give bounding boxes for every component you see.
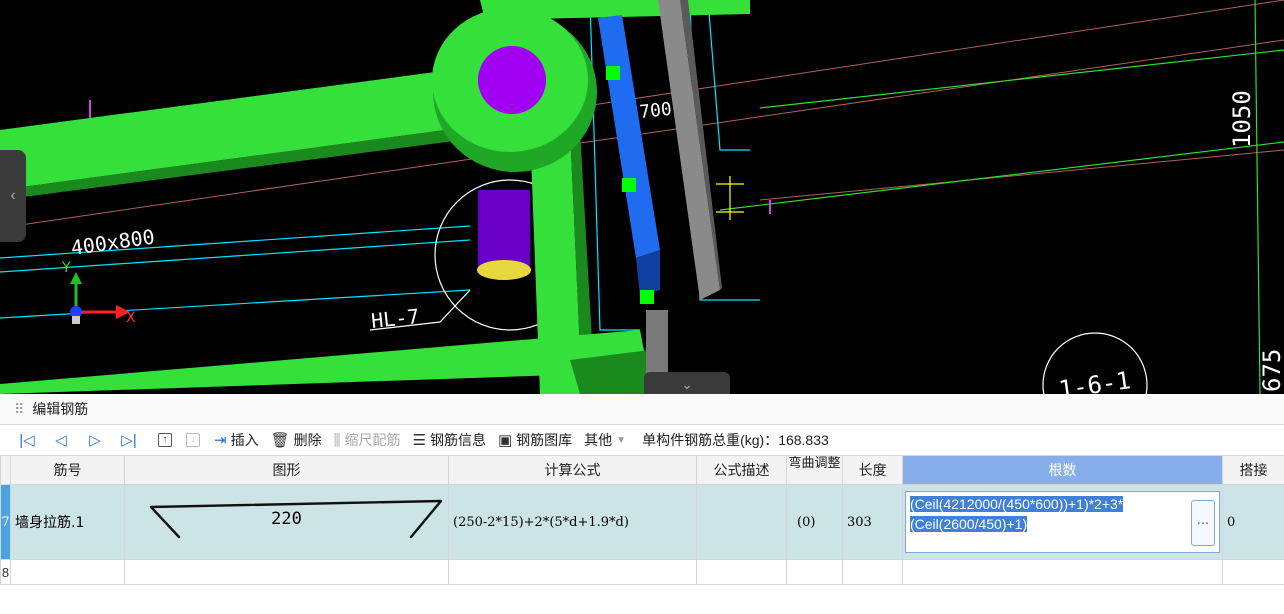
dimension-1050-label: 1050 bbox=[1228, 90, 1256, 148]
axis-y-label: Y bbox=[61, 260, 71, 276]
empty-cell[interactable] bbox=[902, 559, 1223, 585]
col-header-bend-adjust[interactable]: 弯曲调整 bbox=[786, 455, 843, 485]
col-header-index bbox=[0, 455, 11, 485]
rebar-toolbar: |◁ ◁ ▷ ▷| ↑ ↓ ⇥ 插入 🗑 删除 ⫼ 缩尺配筋 ☰ 钢筋信息 ▣ 钢筋图库 … bbox=[0, 425, 1284, 455]
info-list-icon: ☰ bbox=[412, 432, 426, 449]
edit-rebar-panel: ⠿ 编辑钢筋 |◁ ◁ ▷ ▷| ↑ ↓ ⇥ 插入 🗑 删除 ⫼ 缩尺配筋 ☰ 钢筋信息… bbox=[0, 394, 1284, 614]
shape-dimension: 220 bbox=[271, 509, 302, 529]
count-formula-text[interactable]: (Ceil(4212000/(450*600))+1)*2+3*(Ceil(26… bbox=[910, 496, 1124, 532]
col-header-formula[interactable]: 计算公式 bbox=[448, 455, 697, 485]
rebar-table: 筋号 图形 计算公式 公式描述 弯曲调整 长度 根数 搭接 7 墙身拉筋.1 2… bbox=[0, 455, 1284, 585]
col-header-description[interactable]: 公式描述 bbox=[696, 455, 787, 485]
bottom-panel-toggle[interactable]: ⌄ bbox=[644, 372, 730, 394]
delete-button[interactable]: 🗑 删除 bbox=[271, 430, 322, 450]
delete-label: 删除 bbox=[293, 432, 322, 448]
shape-cell[interactable]: 220 bbox=[124, 484, 449, 560]
last-record-icon[interactable]: ▷| bbox=[112, 431, 146, 449]
chevron-left-icon: ‹ bbox=[10, 187, 16, 204]
bend-adjust-cell[interactable]: (0) bbox=[786, 484, 843, 560]
trash-icon: 🗑 bbox=[270, 432, 290, 449]
info-label: 钢筋信息 bbox=[429, 432, 486, 448]
empty-cell[interactable] bbox=[10, 559, 125, 585]
empty-cell[interactable] bbox=[448, 559, 697, 585]
library-icon: ▣ bbox=[497, 432, 513, 449]
empty-cell[interactable] bbox=[1222, 559, 1284, 585]
insert-button[interactable]: ⇥ 插入 bbox=[214, 430, 259, 450]
other-label: 其他 bbox=[584, 432, 613, 448]
section-label: 400x800 bbox=[69, 224, 156, 259]
prev-record-icon[interactable]: ◁ bbox=[44, 431, 78, 449]
rebar-library-button[interactable]: ▣ 钢筋图库 bbox=[498, 430, 572, 450]
total-weight: 单构件钢筋总重(kg)：168.833 bbox=[642, 432, 829, 448]
scale-label: 缩尺配筋 bbox=[344, 432, 401, 448]
row-index[interactable]: 7 bbox=[0, 484, 11, 560]
scale-rebar-button[interactable]: ⫼ 缩尺配筋 bbox=[334, 430, 401, 450]
table-row[interactable]: 7 墙身拉筋.1 220 (250-2*15)+2*(5*d+1.9*d) (0… bbox=[0, 484, 1284, 560]
table-header: 筋号 图形 计算公式 公式描述 弯曲调整 长度 根数 搭接 bbox=[0, 455, 1284, 485]
insert-icon: ⇥ bbox=[214, 432, 227, 449]
move-up-icon[interactable]: ↑ bbox=[158, 433, 172, 447]
empty-cell[interactable] bbox=[696, 559, 787, 585]
lap-cell[interactable]: 0 bbox=[1222, 484, 1284, 560]
bar-name-cell[interactable]: 墙身拉筋.1 bbox=[10, 484, 125, 560]
next-record-icon[interactable]: ▷ bbox=[78, 431, 112, 449]
col-header-shape[interactable]: 图形 bbox=[124, 455, 449, 485]
cad-drawing[interactable]: 400x800 HL-7 700 1050 1-6-1 675 X Y bbox=[0, 0, 1284, 394]
rebar-info-button[interactable]: ☰ 钢筋信息 bbox=[413, 430, 486, 450]
formula-cell[interactable]: (250-2*15)+2*(5*d+1.9*d) bbox=[448, 484, 697, 560]
panel-header[interactable]: ⠿ 编辑钢筋 bbox=[0, 394, 1284, 425]
col-header-count[interactable]: 根数 bbox=[902, 455, 1223, 485]
drag-grip-icon[interactable]: ⠿ bbox=[14, 401, 24, 418]
panel-title: 编辑钢筋 bbox=[32, 401, 89, 417]
empty-cell[interactable] bbox=[124, 559, 449, 585]
caret-down-icon: ▼ bbox=[616, 434, 627, 446]
first-record-icon[interactable]: |◁ bbox=[10, 431, 44, 449]
move-down-icon[interactable]: ↓ bbox=[186, 433, 200, 447]
chevron-down-icon: ⌄ bbox=[681, 375, 693, 392]
detail-label: 1-6-1 bbox=[1057, 366, 1132, 394]
cad-3d-viewport[interactable]: 400x800 HL-7 700 1050 1-6-1 675 X Y ‹ ⌄ bbox=[0, 0, 1284, 394]
col-header-lap[interactable]: 搭接 bbox=[1222, 455, 1284, 485]
scale-icon: ⫼ bbox=[333, 431, 341, 449]
axis-x-label: X bbox=[126, 310, 136, 326]
dimension-700-label: 700 bbox=[638, 99, 673, 123]
col-header-bar-no[interactable]: 筋号 bbox=[10, 455, 125, 485]
ellipsis-button[interactable]: ... bbox=[1191, 500, 1215, 546]
length-cell[interactable]: 303 bbox=[842, 484, 903, 560]
col-header-length[interactable]: 长度 bbox=[842, 455, 903, 485]
library-label: 钢筋图库 bbox=[516, 432, 573, 448]
beam-label: HL-7 bbox=[370, 304, 420, 333]
insert-label: 插入 bbox=[230, 432, 259, 448]
left-panel-toggle[interactable]: ‹ bbox=[0, 150, 26, 242]
table-row[interactable]: 8 bbox=[0, 559, 1284, 585]
description-cell[interactable] bbox=[696, 484, 787, 560]
edge-dimension-label: 675 bbox=[1258, 349, 1284, 392]
empty-cell[interactable] bbox=[786, 559, 843, 585]
axis-gizmo: X Y bbox=[61, 260, 136, 326]
count-cell[interactable]: (Ceil(4212000/(450*600))+1)*2+3*(Ceil(26… bbox=[902, 484, 1223, 560]
other-dropdown[interactable]: 其他 ▼ bbox=[584, 430, 626, 450]
row-index[interactable]: 8 bbox=[0, 559, 11, 585]
count-editor[interactable]: (Ceil(4212000/(450*600))+1)*2+3*(Ceil(26… bbox=[905, 491, 1220, 553]
empty-cell[interactable] bbox=[842, 559, 903, 585]
